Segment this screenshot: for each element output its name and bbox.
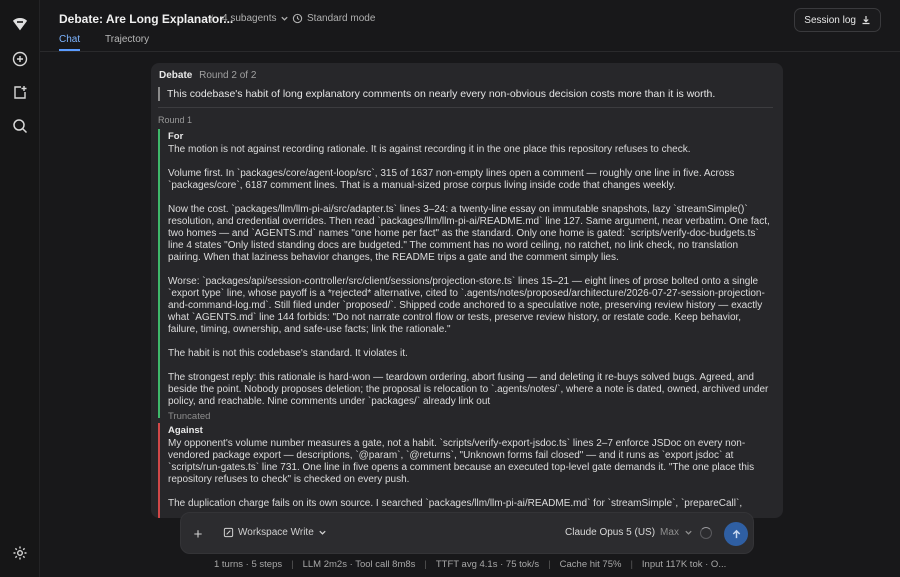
- active-tab-indicator: [59, 49, 80, 51]
- chevron-down-icon: [319, 530, 326, 535]
- status-bar: 1 turns · 5 steps | LLM 2m2s · Tool call…: [214, 559, 726, 570]
- new-task-icon[interactable]: [10, 83, 30, 103]
- for-paragraph: Now the cost. `packages/llm/llm-pi-ai/sr…: [168, 204, 770, 263]
- arrow-up-icon: [732, 529, 740, 538]
- model-selector[interactable]: Claude Opus 5 (US) Max: [565, 527, 693, 538]
- status-separator: |: [630, 559, 633, 570]
- tab-trajectory[interactable]: Trajectory: [105, 34, 149, 45]
- debate-panel: Debate Round 2 of 2 This codebase's habi…: [151, 63, 783, 518]
- add-attachment-button[interactable]: +: [189, 525, 207, 543]
- status-cache: Cache hit 75%: [559, 559, 622, 570]
- round-info: Round 2 of 2: [199, 70, 257, 81]
- against-label: Against: [168, 425, 203, 436]
- debate-header: Debate Round 2 of 2: [159, 70, 256, 81]
- mode-label: Standard mode: [307, 13, 376, 24]
- session-log-label: Session log: [804, 14, 856, 26]
- new-chat-icon[interactable]: [10, 49, 30, 69]
- for-paragraph: The habit is not this codebase's standar…: [168, 348, 408, 359]
- status-turns: 1 turns · 5 steps: [214, 559, 283, 570]
- download-icon: [862, 16, 870, 25]
- chevron-down-icon: [685, 530, 692, 535]
- workspace-mode-label: Workspace Write: [238, 527, 314, 538]
- against-argument: Against My opponent's volume number meas…: [158, 423, 773, 518]
- status-tokens: Input 117K tok · O...: [641, 559, 727, 570]
- status-separator: |: [548, 559, 551, 570]
- for-paragraph: Volume first. In `packages/core/agent-lo…: [168, 168, 735, 191]
- workspace-mode-dropdown[interactable]: Workspace Write: [223, 527, 327, 538]
- for-paragraph: Worse: `packages/api/session-controller/…: [168, 276, 765, 335]
- debate-label: Debate: [159, 70, 193, 81]
- status-timing: LLM 2m2s · Tool call 8m8s: [302, 559, 416, 570]
- header: Debate: Are Long Explanator... / 4 subag…: [40, 0, 900, 52]
- settings-icon[interactable]: [10, 543, 30, 563]
- round-label: Round 1: [158, 115, 193, 125]
- status-separator: |: [424, 559, 427, 570]
- for-paragraph: The motion is not against recording rati…: [168, 144, 691, 155]
- loading-spinner-icon: [700, 527, 712, 539]
- against-paragraph: The duplication charge fails on its own …: [168, 498, 743, 509]
- effort-level: Max: [660, 527, 679, 538]
- for-label: For: [168, 131, 184, 142]
- subagents-dropdown[interactable]: 4 subagents: [222, 13, 289, 24]
- title-separator: /: [210, 12, 214, 26]
- edit-icon: [223, 527, 234, 538]
- model-name: Claude Opus 5 (US): [565, 527, 656, 538]
- sidebar: [0, 0, 40, 577]
- page-title[interactable]: Debate: Are Long Explanator...: [59, 12, 233, 26]
- debate-topic: This codebase's habit of long explanator…: [158, 87, 773, 101]
- search-icon[interactable]: [10, 116, 30, 136]
- mode-selector[interactable]: Standard mode: [292, 13, 375, 24]
- subagents-label: 4 subagents: [222, 13, 277, 24]
- session-log-button[interactable]: Session log: [794, 8, 881, 32]
- send-button[interactable]: [724, 522, 748, 546]
- chevron-down-icon: [280, 16, 288, 21]
- logo-icon[interactable]: [10, 14, 30, 34]
- for-paragraph: The strongest reply: this rationale is h…: [168, 372, 769, 407]
- against-paragraph: My opponent's volume number measures a g…: [168, 438, 755, 485]
- composer[interactable]: + Workspace Write Claude Opus 5 (US) Max: [180, 512, 754, 554]
- status-ttft: TTFT avg 4.1s · 75 tok/s: [435, 559, 540, 570]
- mode-icon: [292, 13, 303, 24]
- status-separator: |: [291, 559, 294, 570]
- divider: [158, 107, 773, 108]
- tab-chat[interactable]: Chat: [59, 34, 80, 45]
- truncated-label: Truncated: [168, 411, 211, 422]
- for-argument: For The motion is not against recording …: [158, 129, 773, 422]
